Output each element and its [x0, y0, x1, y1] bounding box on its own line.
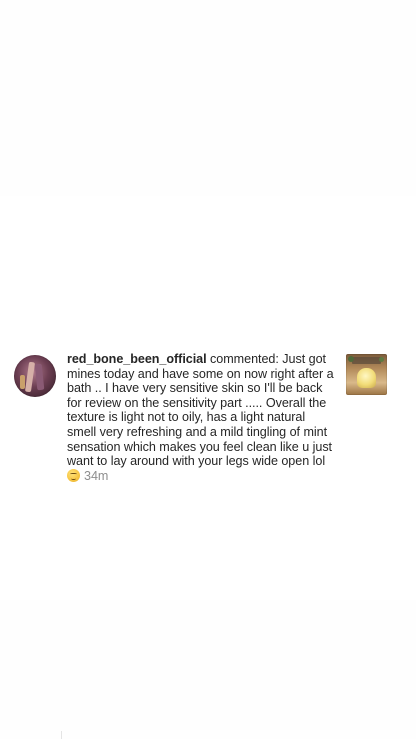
- divider-mark: [61, 731, 62, 739]
- comment-text: Just got mines today and have some on no…: [67, 352, 334, 469]
- post-thumbnail[interactable]: [346, 354, 387, 395]
- timestamp: 34m: [84, 468, 109, 483]
- comment-notification[interactable]: red_bone_been_official commented: Just g…: [14, 352, 402, 483]
- avatar-photo-detail: [20, 375, 25, 389]
- blank-area-top: [0, 0, 416, 196]
- grinning-face-with-sweat-icon: [67, 468, 80, 482]
- thumbnail-leaf-detail: [379, 357, 384, 362]
- username-link[interactable]: red_bone_been_official: [67, 352, 207, 366]
- thumbnail-leaf-detail: [348, 356, 354, 362]
- blank-area-bottom: [0, 600, 416, 739]
- notification-screen: red_bone_been_official commented: Just g…: [0, 0, 416, 739]
- thumbnail-product-jar: [357, 368, 376, 388]
- thumbnail-label-detail: [352, 357, 381, 364]
- action-text: commented:: [206, 352, 283, 366]
- avatar-photo-detail: [34, 363, 45, 391]
- notification-text: red_bone_been_official commented: Just g…: [67, 352, 337, 483]
- avatar-photo-detail: [24, 361, 36, 393]
- user-avatar[interactable]: [14, 355, 56, 397]
